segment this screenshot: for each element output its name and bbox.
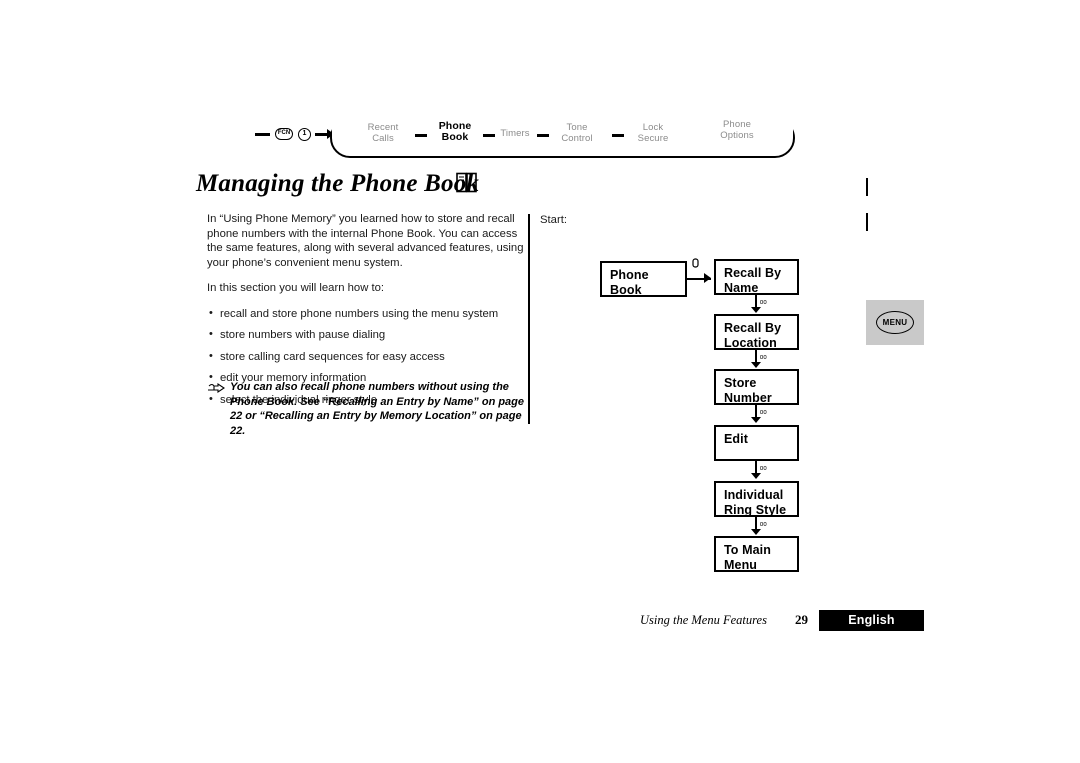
page-title: Managing the Phone Book [196, 170, 480, 197]
nav-key-icon [760, 299, 767, 305]
flow-arrow-icon [751, 417, 761, 423]
flow-box-line1: To Main [724, 543, 771, 557]
list-item: recall and store phone numbers using the… [207, 306, 527, 322]
flow-box-phone-book[interactable]: Phone Book [600, 261, 687, 297]
pointing-hand-icon [208, 382, 225, 394]
flow-box-line2: Number [724, 391, 772, 405]
note-text: You can also recall phone numbers withou… [230, 381, 525, 437]
flow-box-line2: Name [724, 281, 759, 295]
start-label: Start: [540, 214, 567, 226]
nav-dash [255, 133, 270, 136]
nav-key-icon [760, 521, 767, 527]
margin-tick [866, 213, 868, 231]
flow-box-line2: Book [610, 283, 642, 297]
nav-tab-recent-calls[interactable]: Recent Calls [355, 122, 411, 144]
column-divider [528, 214, 530, 424]
flow-arrow-icon [751, 362, 761, 368]
nav-key-icon [760, 465, 767, 471]
flow-box-line2: Location [724, 336, 777, 350]
flow-box-line1: Edit [724, 432, 749, 446]
flow-box-edit[interactable]: Edit [714, 425, 799, 461]
nav-key-icon [760, 409, 767, 415]
nav-tab-phone-book[interactable]: Phone Book [425, 121, 485, 143]
note-callout: You can also recall phone numbers withou… [207, 380, 527, 438]
list-item: store calling card sequences for easy ac… [207, 349, 527, 365]
flow-box-store-number[interactable]: Store Number [714, 369, 799, 405]
nav-tab-tone-control[interactable]: Tone Control [549, 122, 605, 144]
nav-dash [537, 134, 549, 137]
footer-language-badge: English [819, 610, 924, 631]
nav-tab-line1: Tone [566, 122, 588, 133]
phone-book-icon [456, 172, 477, 193]
menu-button-label: MENU [876, 311, 914, 334]
nav-dash [612, 134, 624, 137]
footer-page-number: 29 [795, 612, 808, 627]
nav-tab-phone-options[interactable]: Phone Options [707, 119, 767, 141]
nav-key-icon [692, 258, 699, 268]
flow-box-line1: Store [724, 376, 757, 390]
flow-box-recall-by-location[interactable]: Recall By Location [714, 314, 799, 350]
nav-tab-lock-secure[interactable]: Lock Secure [627, 122, 679, 144]
flow-box-line2: Ring Style [724, 503, 787, 517]
menu-button[interactable]: MENU [866, 300, 924, 345]
flow-box-line1: Recall By [724, 321, 782, 335]
nav-tab-timers[interactable]: Timers [491, 128, 539, 139]
flow-arrow-icon [704, 273, 711, 283]
flow-box-to-main-menu[interactable]: To Main Menu [714, 536, 799, 572]
nav-tab-line2: Secure [637, 133, 669, 144]
footer-caption: Using the Menu Features [640, 613, 767, 627]
one-key: 1 [298, 128, 311, 141]
flow-arrow-icon [751, 307, 761, 313]
nav-tab-line2: Control [561, 133, 593, 144]
fcn-key: FCN [275, 128, 293, 140]
nav-key-icon [760, 354, 767, 360]
paragraph-section-lead: In this section you will learn how to: [207, 282, 385, 294]
nav-tab-line1: Recent [367, 122, 399, 133]
flow-box-individual-ring-style[interactable]: Individual Ring Style [714, 481, 799, 517]
nav-tab-line2: Calls [372, 133, 394, 144]
flow-box-line2: Menu [724, 558, 758, 572]
nav-tab-line1: Timers [500, 128, 530, 139]
nav-tab-line1: Lock [642, 122, 664, 133]
chapter-nav-bar: FCN 1 Recent Calls Phone Book Timers Ton… [255, 113, 800, 163]
flow-arrow-icon [751, 473, 761, 479]
flow-box-line1: Individual [724, 488, 784, 502]
flow-arrow-icon [751, 529, 761, 535]
nav-tab-line1: Phone [723, 119, 751, 130]
margin-tick [866, 178, 868, 196]
flow-box-line1: Phone [610, 268, 649, 282]
paragraph-intro: In “Using Phone Memory” you learned how … [207, 213, 524, 269]
flow-box-line1: Recall By [724, 266, 782, 280]
list-item: store numbers with pause dialing [207, 327, 527, 343]
nav-tab-line2: Options [720, 130, 754, 141]
nav-tab-line2: Book [441, 131, 469, 143]
flow-box-recall-by-name[interactable]: Recall By Name [714, 259, 799, 295]
